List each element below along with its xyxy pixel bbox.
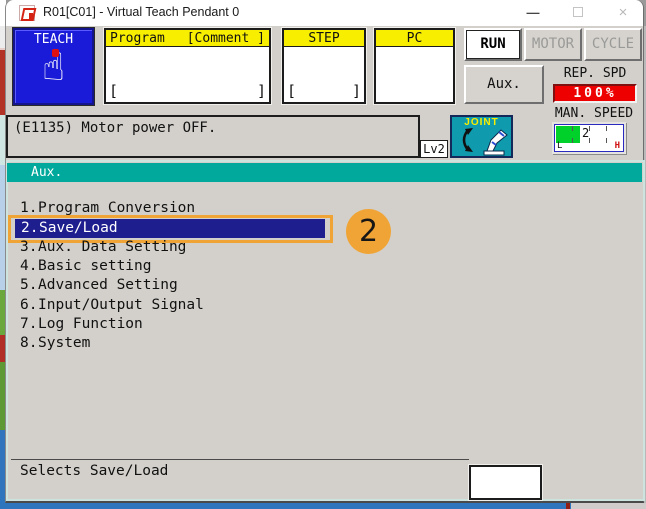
teach-mode-switch[interactable]: TEACH ☝	[13, 28, 94, 105]
gauge-tick	[606, 126, 607, 131]
screen-title-bar: Aux.	[7, 163, 642, 182]
man-speed-gauge: 2 L H	[554, 124, 624, 152]
man-speed-label: MAN. SPEED	[554, 106, 634, 121]
cycle-indicator-button[interactable]: CYCLE	[584, 28, 642, 61]
man-speed-value: 2	[582, 126, 590, 140]
pc-header-label: PC	[406, 31, 423, 46]
pc-box-body	[376, 47, 453, 101]
menu-item-advanced-setting[interactable]: 5.Advanced Setting	[14, 277, 178, 296]
step-box-header: STEP	[284, 30, 364, 47]
titlebar: R01[C01] - Virtual Teach Pendant 0 — ×	[6, 0, 643, 26]
menu-item-save-load[interactable]: 2.Save/Load	[15, 219, 325, 238]
gauge-tick	[572, 126, 573, 131]
menu-item-system[interactable]: 8.System	[14, 335, 90, 354]
minimize-button[interactable]: —	[516, 0, 550, 25]
aux-button[interactable]: Aux.	[464, 65, 544, 104]
menu-item-input-output-signal[interactable]: 6.Input/Output Signal	[14, 297, 204, 316]
step-header-label: STEP	[308, 31, 340, 46]
program-box-body: [ ]	[106, 47, 269, 101]
footer-input-box[interactable]	[469, 465, 542, 500]
menu-item-number: 8.	[20, 335, 38, 351]
maximize-icon	[573, 7, 583, 17]
window-title: R01[C01] - Virtual Teach Pendant 0	[43, 5, 240, 19]
menu-item-number: 4.	[20, 258, 38, 274]
menu-item-number: 6.	[20, 297, 38, 313]
maximize-button[interactable]	[561, 0, 595, 25]
gauge-tick	[572, 138, 573, 143]
program-open-bracket: [	[109, 82, 119, 100]
hand-fingertip	[52, 49, 59, 57]
menu-item-label: Aux. Data Setting	[38, 239, 187, 255]
tutorial-step-badge: 2	[346, 209, 391, 254]
man-speed-low-label: L	[557, 141, 563, 151]
hand-pointing-up-icon: ☝	[41, 45, 66, 89]
rep-spd-label: REP. SPD	[563, 66, 627, 81]
footer-hint-text: Selects Save/Load	[20, 463, 169, 479]
footer-divider	[11, 459, 469, 460]
menu-item-number: 5.	[20, 277, 38, 293]
pc-display-box: PC	[374, 28, 455, 104]
menu-item-number: 3.	[20, 239, 38, 255]
menu-item-number: 2.	[21, 220, 39, 236]
program-header-label: Program	[110, 31, 165, 46]
gauge-tick	[606, 138, 607, 143]
error-level-badge: Lv2	[420, 140, 448, 158]
run-indicator-button[interactable]: RUN	[464, 28, 522, 61]
joint-mode-robot-arm-icon	[462, 128, 508, 156]
menu-item-label: Advanced Setting	[38, 277, 178, 293]
desktop-bottom-strip	[0, 503, 646, 509]
rep-spd-value-bar: 100%	[553, 84, 637, 103]
step-close-bracket: ]	[351, 82, 361, 100]
step-display-box: STEP [ ]	[282, 28, 366, 104]
menu-item-label: Save/Load	[39, 220, 118, 236]
menu-item-aux-data-setting[interactable]: 3.Aux. Data Setting	[14, 239, 186, 258]
menu-item-number: 7.	[20, 316, 38, 332]
man-speed-high-label: H	[614, 141, 620, 151]
close-button[interactable]: ×	[606, 0, 640, 25]
comment-header-label: [Comment ]	[186, 31, 265, 46]
step-box-body: [ ]	[284, 47, 364, 101]
motor-indicator-button[interactable]: MOTOR	[524, 28, 582, 61]
program-close-bracket: ]	[256, 82, 266, 100]
app-icon	[19, 5, 35, 21]
menu-item-label: Log Function	[38, 316, 143, 332]
menu-item-label: System	[38, 335, 91, 351]
menu-item-log-function[interactable]: 7.Log Function	[14, 316, 143, 335]
menu-item-label: Program Conversion	[38, 200, 196, 216]
background-window-edge	[566, 503, 570, 509]
background-window-sliver	[571, 503, 646, 509]
pc-box-header: PC	[376, 30, 453, 47]
step-open-bracket: [	[287, 82, 297, 100]
joint-mode-button[interactable]: JOINT	[450, 115, 513, 158]
virtual-teach-pendant-window: R01[C01] - Virtual Teach Pendant 0 — × T…	[5, 0, 645, 503]
error-message-box: (E1135) Motor power OFF.	[6, 115, 420, 158]
menu-item-number: 1.	[20, 200, 38, 216]
menu-item-label: Input/Output Signal	[38, 297, 204, 313]
menu-item-label: Basic setting	[38, 258, 152, 274]
program-box-header: Program [Comment ]	[106, 30, 269, 47]
program-display-box: Program [Comment ] [ ]	[104, 28, 271, 104]
menu-item-basic-setting[interactable]: 4.Basic setting	[14, 258, 152, 277]
